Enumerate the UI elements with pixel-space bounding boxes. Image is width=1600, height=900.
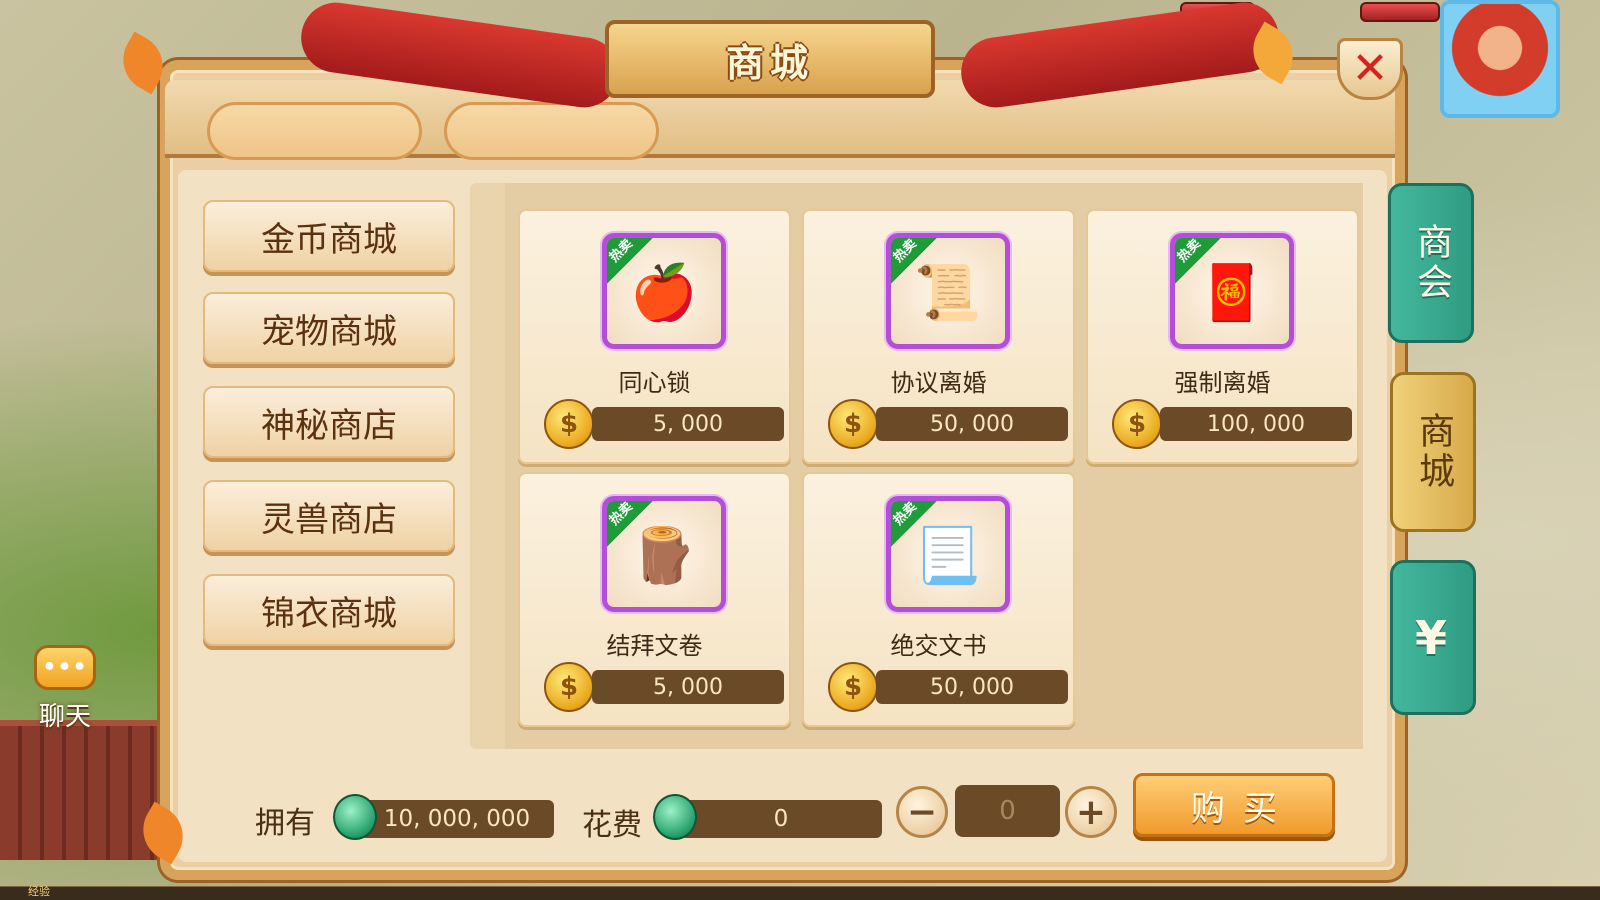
gold-coin-icon: $ <box>544 399 594 449</box>
item-icon-frame: 热卖 📃 <box>886 496 1010 612</box>
side-tab-mall[interactable]: 商城 <box>1390 372 1476 532</box>
item-price: 50, 000 <box>876 670 1068 704</box>
item-name: 结拜文卷 <box>606 632 703 660</box>
seal-item-icon: 🧧 <box>1198 261 1266 325</box>
yen-icon: ¥ <box>1415 610 1452 665</box>
item-price: 5, 000 <box>592 407 784 441</box>
item-icon-frame: 热卖 📜 <box>886 233 1010 349</box>
category-mystery-shop[interactable]: 神秘商店 <box>203 386 455 458</box>
header-tab-right[interactable] <box>444 102 659 160</box>
gold-coin-icon: $ <box>1112 399 1162 449</box>
owned-amount: 10, 000, 000 <box>360 800 554 838</box>
item-price: 5, 000 <box>592 670 784 704</box>
item-price: 100, 000 <box>1160 407 1352 441</box>
experience-bar: 经验 <box>0 885 1600 900</box>
chat-bubble-icon: ••• <box>34 645 96 690</box>
jade-currency-icon <box>653 794 697 840</box>
document-item-icon: 📃 <box>914 524 982 588</box>
owned-label: 拥有 <box>255 806 315 841</box>
mp-bar <box>1360 2 1440 22</box>
page-title: 商城 <box>725 40 814 85</box>
exp-label: 经验 <box>28 885 50 898</box>
item-icon-frame: 热卖 🪵 <box>602 496 726 612</box>
bundle-scroll-item-icon: 🪵 <box>630 524 698 588</box>
header-tab-left[interactable] <box>207 102 422 160</box>
item-price: 50, 000 <box>876 407 1068 441</box>
gold-coin-icon: $ <box>544 662 594 712</box>
title-plaque: 商城 <box>605 20 935 98</box>
side-tab-recharge[interactable]: ¥ <box>1390 560 1476 715</box>
category-pet-shop[interactable]: 宠物商城 <box>203 292 455 364</box>
close-button[interactable]: ✕ <box>1337 38 1403 100</box>
category-outfit-shop[interactable]: 锦衣商城 <box>203 574 455 646</box>
cost-amount: 0 <box>680 800 882 838</box>
cost-label: 花费 <box>582 808 642 843</box>
buy-button[interactable]: 购买 <box>1133 773 1335 837</box>
item-card[interactable]: 热卖 🪵 结拜文卷 $ 5, 000 <box>518 472 791 727</box>
item-name: 强制离婚 <box>1174 369 1271 397</box>
side-tab-guild-shop[interactable]: 商会 <box>1388 183 1474 343</box>
item-card[interactable]: 热卖 📜 协议离婚 $ 50, 000 <box>802 209 1075 464</box>
close-icon: ✕ <box>1351 43 1389 94</box>
item-icon-frame: 热卖 🧧 <box>1170 233 1294 349</box>
scroll-item-icon: 📜 <box>914 261 982 325</box>
chat-label: 聊天 <box>38 702 91 732</box>
decrease-quantity-button[interactable]: − <box>896 786 948 838</box>
item-name: 同心锁 <box>618 369 691 397</box>
player-avatar[interactable] <box>1440 0 1560 118</box>
item-icon-frame: 热卖 🍎 <box>602 233 726 349</box>
category-gold-shop[interactable]: 金币商城 <box>203 200 455 272</box>
item-card[interactable]: 热卖 🧧 强制离婚 $ 100, 000 <box>1086 209 1359 464</box>
category-spirit-beast-shop[interactable]: 灵兽商店 <box>203 480 455 552</box>
item-card[interactable]: 热卖 📃 绝交文书 $ 50, 000 <box>802 472 1075 727</box>
lock-item-icon: 🍎 <box>630 261 698 325</box>
quantity-field[interactable]: 0 <box>955 785 1060 837</box>
increase-quantity-button[interactable]: + <box>1065 786 1117 838</box>
item-name: 绝交文书 <box>890 632 987 660</box>
gold-coin-icon: $ <box>828 399 878 449</box>
gold-coin-icon: $ <box>828 662 878 712</box>
chat-button[interactable]: ••• 聊天 <box>20 645 110 733</box>
item-card[interactable]: 热卖 🍎 同心锁 $ 5, 000 <box>518 209 791 464</box>
jade-currency-icon <box>333 794 377 840</box>
item-name: 协议离婚 <box>890 369 987 397</box>
